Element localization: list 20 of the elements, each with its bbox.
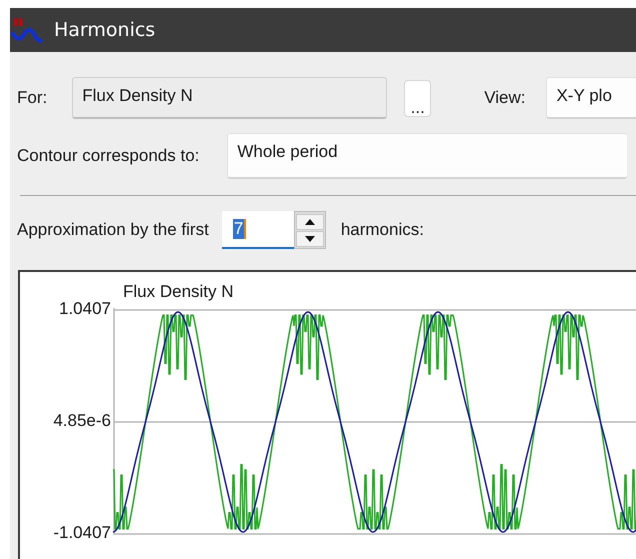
contour-dropdown[interactable]: Whole period [227, 133, 628, 179]
increment-button[interactable] [296, 214, 324, 230]
view-dropdown[interactable]: X-Y plo [546, 77, 636, 119]
y-axis-label: 4.85e-6 [53, 411, 111, 431]
down-arrow-icon [304, 236, 315, 242]
for-label: For: [17, 88, 48, 108]
up-arrow-icon [304, 218, 315, 224]
browse-button[interactable]: ... [404, 80, 432, 116]
harmonics-label: harmonics: [340, 220, 424, 240]
view-label: View: [484, 88, 526, 108]
y-axis-label: -1.0407 [53, 523, 111, 543]
contour-label: Contour corresponds to: [17, 146, 200, 166]
window-title: Harmonics [54, 19, 156, 41]
approximation-label: Approximation by the first [17, 220, 209, 240]
harmonics-spinbox[interactable]: 7 [222, 211, 294, 249]
decrement-button[interactable] [296, 230, 324, 246]
app-icon [10, 16, 46, 44]
y-axis-label: 1.0407 [59, 299, 111, 319]
quantity-field[interactable]: Flux Density N [72, 77, 388, 119]
chart-title: Flux Density N [123, 282, 234, 302]
